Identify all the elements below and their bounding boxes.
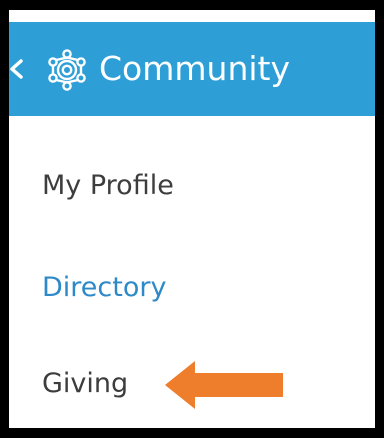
chevron-left-icon[interactable] xyxy=(9,56,29,82)
arrow-left-icon xyxy=(165,361,283,409)
menu-item-my-profile[interactable]: My Profile xyxy=(42,168,174,204)
app-frame: Community My Profile Directory Giving xyxy=(9,10,375,428)
community-header: Community xyxy=(9,22,375,116)
menu-item-giving[interactable]: Giving xyxy=(42,366,128,402)
header-title: Community xyxy=(99,49,290,88)
community-network-icon xyxy=(48,49,86,91)
menu-item-directory[interactable]: Directory xyxy=(42,270,166,306)
